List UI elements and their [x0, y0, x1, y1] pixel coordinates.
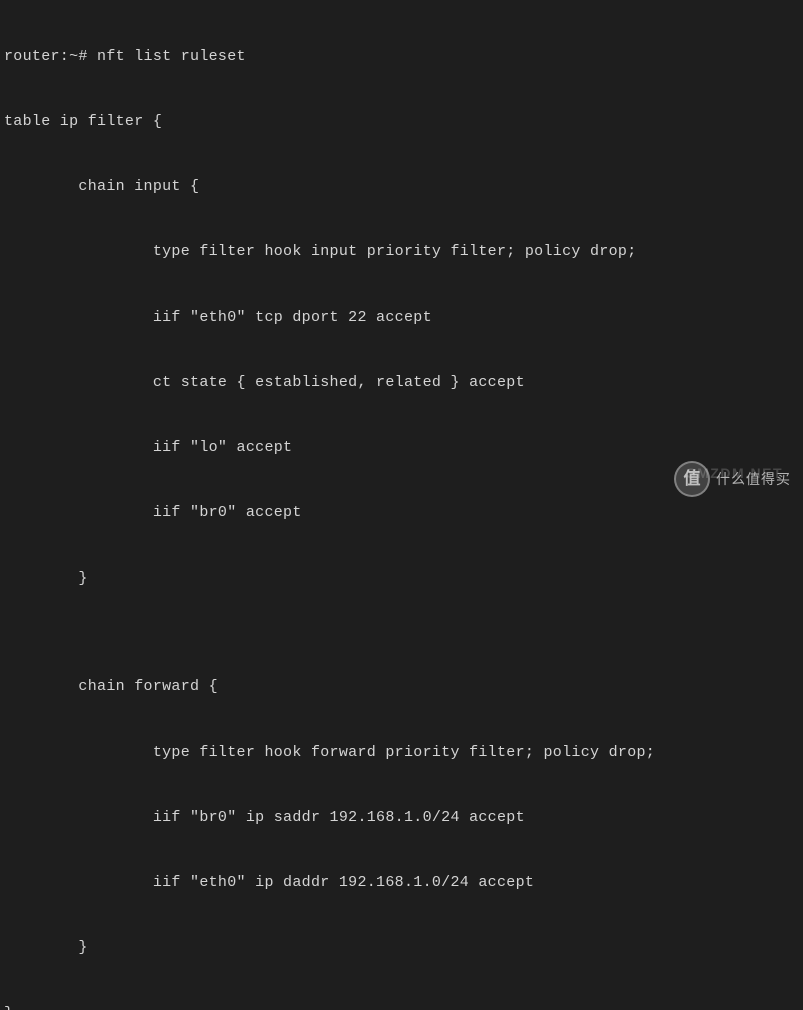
output-line: iif "br0" accept: [4, 502, 799, 524]
watermark-text: 什么值得买: [716, 469, 791, 489]
output-line: }: [4, 937, 799, 959]
shell-prompt: router:~#: [4, 48, 97, 65]
output-line: }: [4, 1003, 799, 1010]
output-line: chain input {: [4, 176, 799, 198]
terminal-output[interactable]: router:~# nft list ruleset table ip filt…: [4, 2, 799, 1010]
output-line: iif "eth0" ip daddr 192.168.1.0/24 accep…: [4, 872, 799, 894]
output-line: ct state { established, related } accept: [4, 372, 799, 394]
output-line: type filter hook forward priority filter…: [4, 742, 799, 764]
output-line: iif "br0" ip saddr 192.168.1.0/24 accept: [4, 807, 799, 829]
output-line: iif "lo" accept: [4, 437, 799, 459]
output-line: chain forward {: [4, 676, 799, 698]
output-line: iif "eth0" tcp dport 22 accept: [4, 307, 799, 329]
watermark-logo-icon: 值: [674, 461, 710, 497]
output-line: type filter hook input priority filter; …: [4, 241, 799, 263]
command-text: nft list ruleset: [97, 48, 246, 65]
watermark: 值 什么值得买: [674, 461, 791, 497]
output-line: }: [4, 568, 799, 590]
output-line: table ip filter {: [4, 111, 799, 133]
